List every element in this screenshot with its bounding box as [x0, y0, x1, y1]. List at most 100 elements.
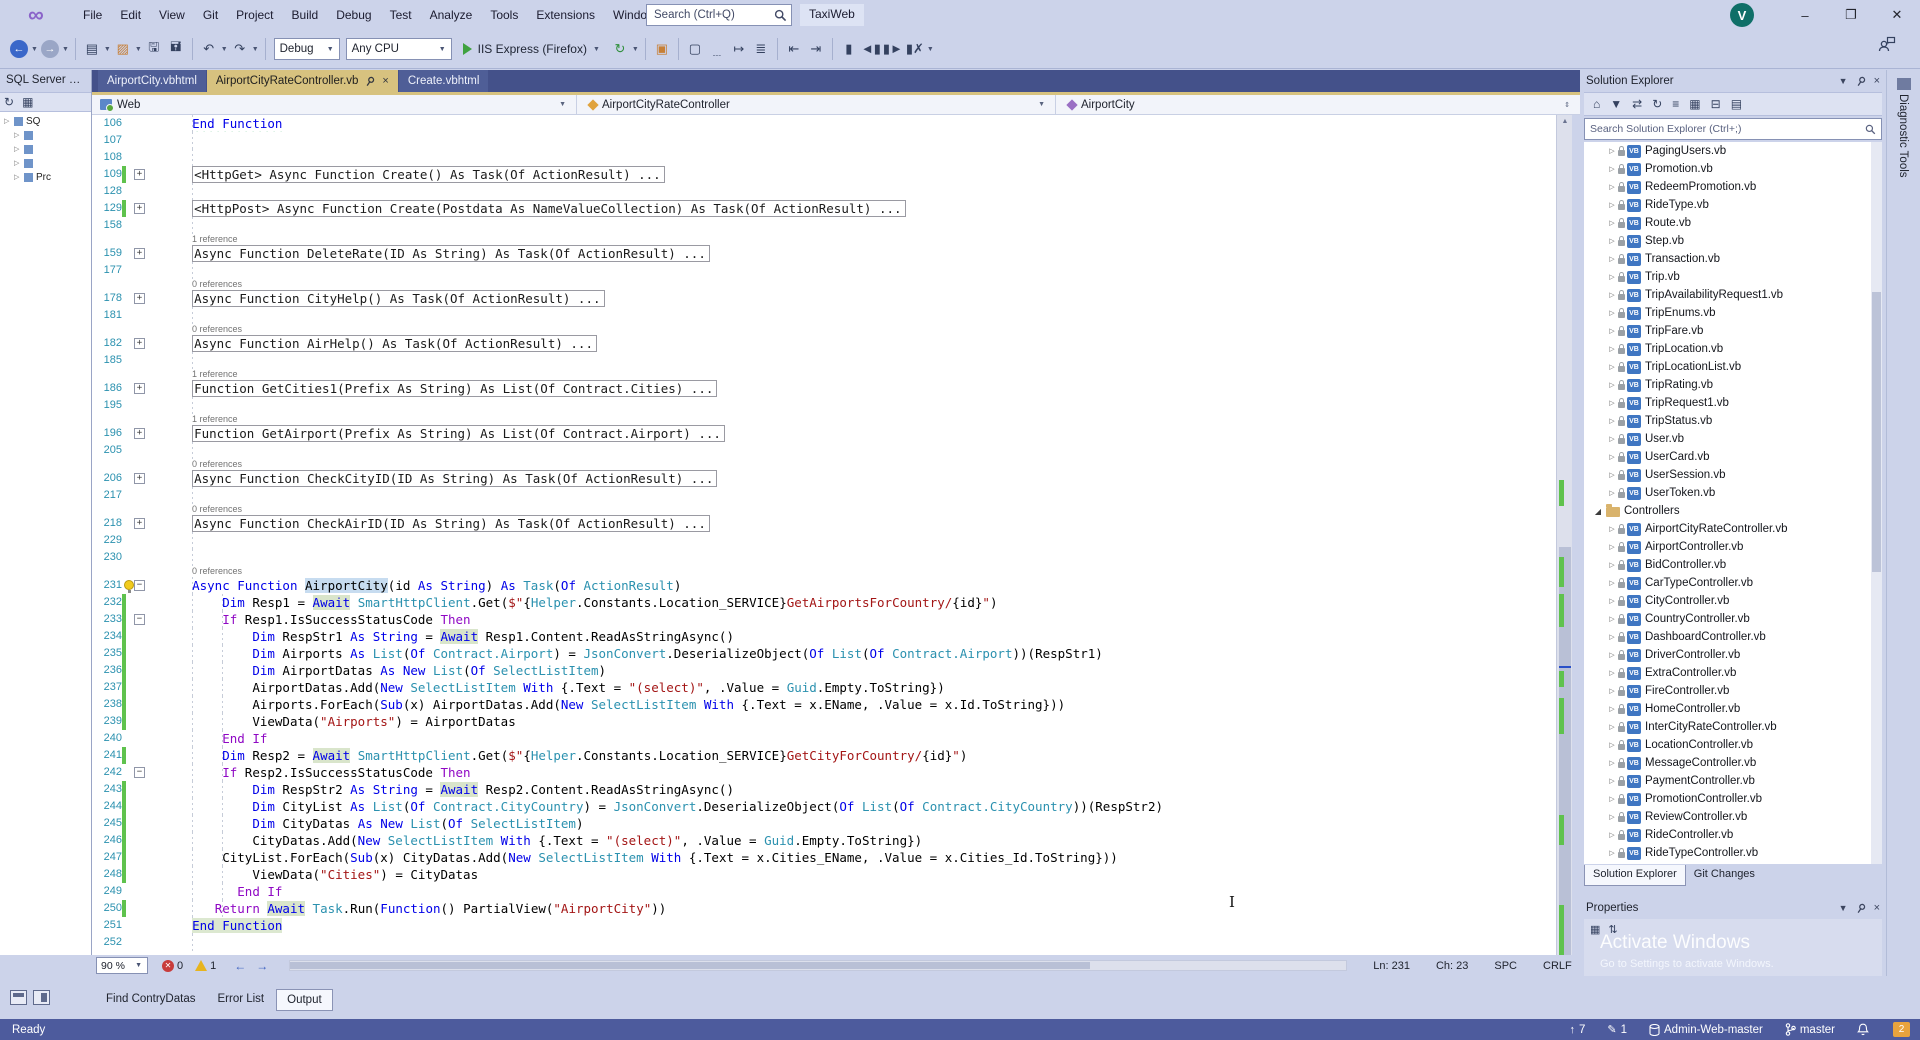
search-input[interactable]: Search (Ctrl+Q) — [646, 4, 792, 26]
nested-view-icon[interactable]: ≡ — [1672, 97, 1679, 111]
chevron-right-icon[interactable]: ▷ — [1606, 561, 1618, 569]
tree-item-promotioncontroller-vb[interactable]: ▷ VB PromotionController.vb — [1584, 790, 1882, 808]
tree-item-transaction-vb[interactable]: ▷ VB Transaction.vb — [1584, 250, 1882, 268]
line-number[interactable]: 235 — [92, 645, 122, 662]
tree-item-usersession-vb[interactable]: ▷ VB UserSession.vb — [1584, 466, 1882, 484]
open-file-icon[interactable]: ▨ — [113, 37, 133, 61]
doc-tab-airportcity-vbhtml[interactable]: AirportCity.vbhtml — [98, 70, 206, 92]
chevron-right-icon[interactable]: ▷ — [1606, 183, 1618, 191]
fold-toggle-icon[interactable]: + — [134, 169, 145, 180]
chevron-right-icon[interactable]: ▷ — [1606, 615, 1618, 623]
dropdown-caret-icon[interactable]: ▼ — [221, 46, 228, 53]
tree-item-dashboardcontroller-vb[interactable]: ▷ VB DashboardController.vb — [1584, 628, 1882, 646]
line-number[interactable]: 241 — [92, 747, 122, 764]
chevron-right-icon[interactable]: ▷ — [1606, 597, 1618, 605]
line-number[interactable]: 233 — [92, 611, 122, 628]
save-all-icon[interactable]: 🖬 — [166, 37, 186, 61]
chevron-right-icon[interactable]: ▷ — [1606, 237, 1618, 245]
dock-pane-icon[interactable] — [10, 990, 27, 1005]
close-button[interactable]: ✕ — [1874, 0, 1920, 30]
line-number[interactable]: 238 — [92, 696, 122, 713]
tree-item-usercard-vb[interactable]: ▷ VB UserCard.vb — [1584, 448, 1882, 466]
window-position-icon[interactable]: ▼ — [1839, 903, 1848, 913]
platform-dropdown[interactable]: Any CPU ▼ — [345, 38, 452, 60]
menu-build[interactable]: Build — [283, 5, 328, 25]
breadcrumb-type-dropdown[interactable]: AirportCityRateController ▼ — [581, 95, 1051, 115]
pin-icon[interactable] — [1853, 74, 1868, 89]
redo-icon[interactable]: ↷ — [230, 37, 250, 61]
line-number[interactable]: 234 — [92, 628, 122, 645]
package-icon[interactable]: ▣ — [652, 37, 672, 61]
line-number[interactable]: 249 — [92, 883, 122, 900]
show-all-files-icon[interactable]: ▦ — [1689, 97, 1700, 111]
chevron-right-icon[interactable]: ▷ — [1606, 543, 1618, 551]
tree-item-usertoken-vb[interactable]: ▷ VB UserToken.vb — [1584, 484, 1882, 502]
line-number[interactable]: 252 — [92, 934, 122, 951]
collapsed-region-box[interactable]: Async Function AirHelp() As Task(Of Acti… — [192, 335, 597, 352]
sql-tree-item[interactable]: ▷ — [0, 128, 91, 142]
line-number[interactable]: 218 — [92, 515, 122, 532]
line-number[interactable]: 231 — [92, 577, 122, 594]
fold-toggle-icon[interactable]: + — [134, 473, 145, 484]
line-number[interactable]: 243 — [92, 781, 122, 798]
scrollbar-thumb[interactable] — [1872, 292, 1881, 572]
menu-tools[interactable]: Tools — [481, 5, 527, 25]
home-icon[interactable]: ⌂ — [1593, 97, 1600, 111]
pin-icon[interactable] — [363, 74, 378, 89]
outline-icon[interactable]: ≣ — [751, 37, 771, 61]
chevron-right-icon[interactable]: ▷ — [1606, 741, 1618, 749]
chevron-right-icon[interactable]: ▷ — [1606, 723, 1618, 731]
collapsed-region-box[interactable]: <HttpPost> Async Function Create(Postdat… — [192, 200, 906, 217]
tree-item-route-vb[interactable]: ▷ VB Route.vb — [1584, 214, 1882, 232]
tree-item-tripenums-vb[interactable]: ▷ VB TripEnums.vb — [1584, 304, 1882, 322]
line-indicator[interactable]: Ln: 231 — [1373, 960, 1410, 972]
chevron-right-icon[interactable]: ▷ — [1606, 327, 1618, 335]
browser-preview-icon[interactable]: ▢ — [685, 37, 705, 61]
save-icon[interactable]: 🖫 — [144, 37, 164, 61]
line-number[interactable]: 129 — [92, 200, 122, 217]
chevron-right-icon[interactable]: ▷ — [1606, 201, 1618, 209]
code-editor[interactable]: 106 End Function 107 108 109 + <HttpGet> Asy… — [92, 115, 1572, 955]
dropdown-caret-icon[interactable]: ▼ — [62, 46, 69, 53]
chevron-right-icon[interactable]: ▷ — [1606, 831, 1618, 839]
chevron-right-icon[interactable]: ▷ — [1606, 381, 1618, 389]
avatar[interactable]: V — [1730, 3, 1754, 27]
chevron-right-icon[interactable]: ▷ — [1606, 165, 1618, 173]
tree-item-ridetypecontroller-vb[interactable]: ▷ VB RideTypeController.vb — [1584, 844, 1882, 862]
tree-item-airportcontroller-vb[interactable]: ▷ VB AirportController.vb — [1584, 538, 1882, 556]
pin-icon[interactable] — [1853, 901, 1868, 916]
fold-toggle-icon[interactable]: + — [134, 203, 145, 214]
close-icon[interactable]: × — [1874, 902, 1880, 914]
tree-item-triprequest1-vb[interactable]: ▷ VB TripRequest1.vb — [1584, 394, 1882, 412]
snippet-icon[interactable]: ﹍ — [707, 37, 727, 61]
tree-item-tripavailabilityrequest1-vb[interactable]: ▷ VB TripAvailabilityRequest1.vb — [1584, 286, 1882, 304]
dropdown-caret-icon[interactable]: ▼ — [104, 46, 111, 53]
git-edits-indicator[interactable]: ✎ 1 — [1607, 1023, 1627, 1037]
solution-name-button[interactable]: TaxiWeb — [800, 4, 864, 26]
quick-actions-lightbulb-icon[interactable] — [124, 580, 134, 593]
goto-icon[interactable]: ↦ — [729, 37, 749, 61]
tree-item-tripfare-vb[interactable]: ▷ VB TripFare.vb — [1584, 322, 1882, 340]
chevron-right-icon[interactable]: ▷ — [1606, 417, 1618, 425]
editor-vertical-scrollbar[interactable]: ▲ ▼ — [1556, 115, 1572, 955]
send-feedback-icon[interactable] — [1878, 36, 1896, 52]
new-project-icon[interactable]: ▤ — [82, 37, 102, 61]
tree-item-ridecontroller-vb[interactable]: ▷ VB RideController.vb — [1584, 826, 1882, 844]
line-number[interactable]: 229 — [92, 532, 122, 549]
tree-item-homecontroller-vb[interactable]: ▷ VB HomeController.vb — [1584, 700, 1882, 718]
doc-tab-create-vbhtml[interactable]: Create.vbhtml — [398, 70, 489, 92]
solution-explorer-search-input[interactable]: Search Solution Explorer (Ctrl+;) — [1584, 118, 1882, 140]
properties-icon[interactable]: ▤ — [1731, 97, 1742, 111]
nav-forward-icon[interactable]: → — [40, 40, 59, 58]
menu-file[interactable]: File — [74, 5, 111, 25]
tree-item-countrycontroller-vb[interactable]: ▷ VB CountryController.vb — [1584, 610, 1882, 628]
bookmark-prev-icon[interactable]: ◄▮ — [861, 37, 881, 61]
chevron-right-icon[interactable]: ▷ — [1606, 399, 1618, 407]
tree-item-pagingusers-vb[interactable]: ▷ VB PagingUsers.vb — [1584, 142, 1882, 160]
menu-edit[interactable]: Edit — [111, 5, 150, 25]
line-number[interactable]: 244 — [92, 798, 122, 815]
chevron-right-icon[interactable]: ▷ — [1606, 453, 1618, 461]
tree-item-citycontroller-vb[interactable]: ▷ VB CityController.vb — [1584, 592, 1882, 610]
indent-increase-icon[interactable]: ⇥ — [806, 37, 826, 61]
tree-item-controllers[interactable]: ◢ Controllers — [1584, 502, 1882, 520]
